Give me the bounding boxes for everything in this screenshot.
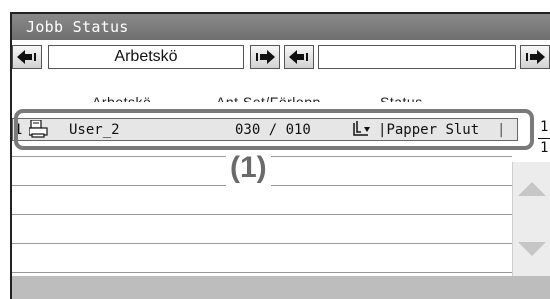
page-total: 1 <box>540 140 549 156</box>
tab-queue-current[interactable]: Arbetskö <box>48 45 244 69</box>
row-divider <box>12 243 512 244</box>
callout-highlight-frame <box>14 109 534 150</box>
row-divider <box>12 272 512 273</box>
tab2-prev-button[interactable] <box>284 45 314 69</box>
arrow-right-icon <box>256 50 275 64</box>
job-status-screen: Jobb Status Arbetskö Arbetskö Ant.Set/Fö… <box>10 12 550 299</box>
arrow-left-icon <box>17 50 36 64</box>
column-header-progress: Ant.Set/Förlopp <box>216 94 321 102</box>
page-divider <box>538 138 550 139</box>
scroll-arrows <box>518 182 546 256</box>
scroll-down-icon[interactable] <box>518 242 546 256</box>
tab-next-button[interactable] <box>250 45 280 69</box>
row-divider <box>12 214 512 215</box>
arrow-left-icon <box>289 50 308 64</box>
queue-tab-bar: Arbetskö <box>12 42 550 72</box>
tab-prev-button[interactable] <box>12 45 42 69</box>
arrow-right-icon <box>526 50 545 64</box>
page-current: 1 <box>540 119 549 135</box>
scrollbar[interactable] <box>512 162 550 286</box>
column-header-queue: Arbetskö <box>92 94 152 102</box>
callout-label: (1) <box>226 150 271 186</box>
footer-bar <box>12 276 550 299</box>
scroll-up-icon[interactable] <box>518 182 546 196</box>
screen-title: Jobb Status <box>12 14 550 40</box>
tab2-next-button[interactable] <box>520 45 550 69</box>
tab-queue-next[interactable] <box>318 45 516 69</box>
column-header-status: Status <box>380 94 423 102</box>
